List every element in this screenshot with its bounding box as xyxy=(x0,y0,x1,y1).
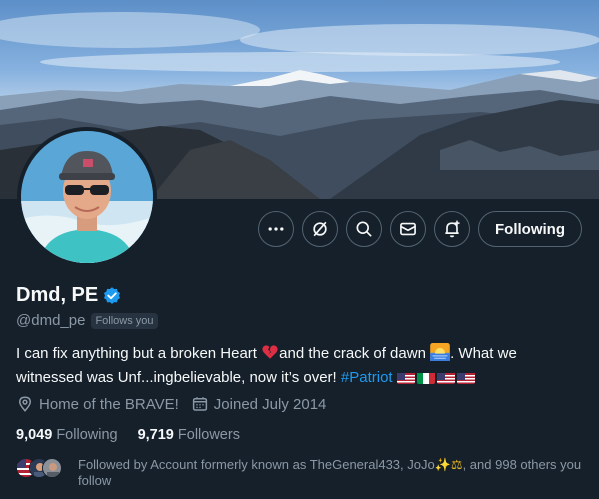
joined-item: Joined July 2014 xyxy=(191,395,327,413)
grok-button[interactable] xyxy=(302,211,339,247)
profile-avatar[interactable] xyxy=(17,127,157,267)
profile-actions: Following xyxy=(258,211,582,247)
avatar-photo xyxy=(21,131,153,263)
followed-by-prefix: Followed by Account formerly known as Th… xyxy=(78,457,435,472)
bell-plus-icon xyxy=(445,220,460,238)
location-item: Home of the BRAVE! xyxy=(16,395,179,413)
display-name: Dmd, PE xyxy=(16,284,99,306)
search-icon xyxy=(356,221,372,237)
handle-row: @dmd_pe Follows you xyxy=(16,312,158,329)
followers-count: 9,719 xyxy=(137,427,174,443)
us-flag-icon xyxy=(456,371,475,384)
user-handle: @dmd_pe xyxy=(16,312,86,329)
grok-icon xyxy=(313,221,327,237)
followers-label: Followers xyxy=(177,427,240,443)
following-label: Following xyxy=(56,427,118,443)
search-button[interactable] xyxy=(346,211,383,247)
italy-flag-icon xyxy=(416,371,435,384)
following-stat-link[interactable]: 9,049 Following xyxy=(16,427,118,443)
followers-you-know-avatars xyxy=(16,457,68,489)
sparkles-icon: ✨ xyxy=(434,457,451,472)
balance-scale-icon: ⚖ xyxy=(450,457,463,472)
avatar xyxy=(42,458,62,478)
followed-by-link[interactable]: Followed by Account formerly known as Th… xyxy=(16,457,586,489)
more-button[interactable] xyxy=(258,211,295,247)
hashtag-link[interactable]: #Patriot xyxy=(341,369,393,386)
us-flag-icon xyxy=(396,371,415,384)
followers-stat-link[interactable]: 9,719 Followers xyxy=(138,427,240,443)
location-text: Home of the BRAVE! xyxy=(39,395,179,413)
more-icon xyxy=(268,227,284,231)
location-icon xyxy=(18,396,32,412)
following-count: 9,049 xyxy=(16,427,53,443)
calendar-icon xyxy=(192,397,207,411)
sunrise-icon xyxy=(430,343,450,367)
following-button[interactable]: Following xyxy=(478,211,582,247)
profile-bio: I can fix anything but a broken Heart an… xyxy=(16,343,586,388)
joined-text: Joined July 2014 xyxy=(213,395,327,413)
message-button[interactable] xyxy=(390,211,427,247)
bio-text-2: and the crack of dawn xyxy=(279,345,431,362)
bio-text-1: I can fix anything but a broken Heart xyxy=(16,345,262,362)
broken-heart-icon xyxy=(261,343,279,367)
name-row: Dmd, PE xyxy=(16,284,122,307)
message-icon xyxy=(400,222,416,236)
us-flag-icon xyxy=(436,371,455,384)
follows-you-badge: Follows you xyxy=(91,312,158,329)
follow-stats: 9,049 Following 9,719 Followers xyxy=(16,427,240,443)
followed-by-text: Followed by Account formerly known as Th… xyxy=(78,457,586,489)
profile-meta: Home of the BRAVE! Joined July 2014 xyxy=(16,395,326,413)
verified-badge-icon[interactable] xyxy=(102,286,122,306)
notify-button[interactable] xyxy=(434,211,471,247)
